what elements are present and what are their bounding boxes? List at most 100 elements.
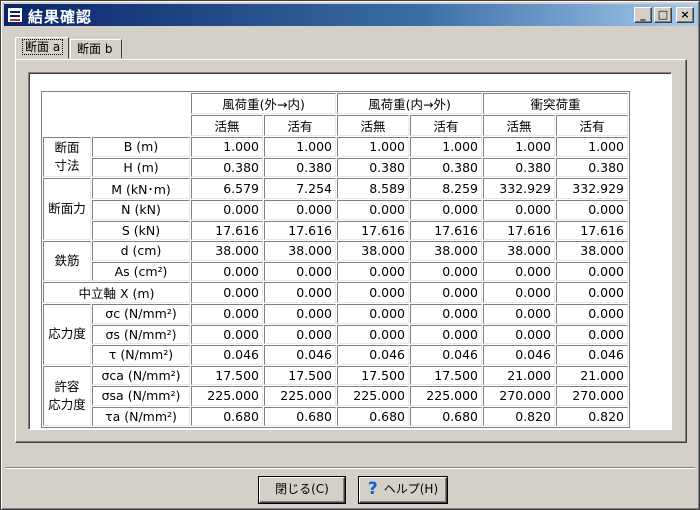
row-group-label: 断面力 — [43, 178, 91, 240]
value-cell: 0.680 — [264, 406, 336, 426]
footer-separator — [5, 467, 695, 469]
value-cell: 0.000 — [264, 261, 336, 281]
value-cell: 0.046 — [556, 345, 628, 365]
value-cell: 0.046 — [264, 345, 336, 365]
value-cell: 0.000 — [337, 282, 409, 303]
value-cell: 38.000 — [264, 241, 336, 261]
tab-section-b-label: 断面 b — [77, 42, 113, 56]
sub-header-row: 活無 活有 活無 活有 活無 活有 — [43, 115, 628, 136]
sub-header: 活無 — [191, 115, 263, 136]
title-bar[interactable]: 結果確認 _ □ × — [4, 4, 698, 26]
app-icon[interactable] — [7, 7, 23, 23]
minimize-button[interactable]: _ — [634, 7, 652, 23]
table-row: As (cm²) 0.000 0.000 0.000 0.000 0.000 0.000 — [43, 261, 628, 281]
table-row: σsa (N/mm²) 225.000 225.000 225.000 225.000 2… — [43, 386, 628, 406]
value-cell: 0.000 — [191, 261, 263, 281]
value-cell: 38.000 — [191, 241, 263, 261]
value-cell: 8.589 — [337, 178, 409, 199]
value-cell: 17.500 — [337, 365, 409, 385]
value-cell: 17.500 — [410, 365, 482, 385]
value-cell: 0.000 — [410, 324, 482, 344]
value-cell: 17.616 — [483, 220, 555, 240]
value-cell: 0.000 — [483, 282, 555, 303]
value-cell: 38.000 — [483, 241, 555, 261]
value-cell: 0.680 — [337, 406, 409, 426]
value-cell: 38.000 — [410, 241, 482, 261]
value-cell: 17.616 — [337, 220, 409, 240]
value-cell: 0.000 — [410, 261, 482, 281]
value-cell: 0.000 — [483, 324, 555, 344]
tab-section-a-label: 断面 a — [22, 39, 64, 55]
value-cell: 0.000 — [556, 200, 628, 220]
value-cell: 0.000 — [556, 324, 628, 344]
value-cell: 1.000 — [264, 137, 336, 157]
value-cell: 225.000 — [410, 386, 482, 406]
value-cell: 17.616 — [264, 220, 336, 240]
value-cell: 17.616 — [410, 220, 482, 240]
value-cell: 0.380 — [337, 157, 409, 177]
sub-header: 活有 — [556, 115, 628, 136]
value-cell: 0.046 — [191, 345, 263, 365]
row-label: H (m) — [92, 157, 190, 177]
row-label: As (cm²) — [92, 261, 190, 281]
table-row: H (m) 0.380 0.380 0.380 0.380 0.380 0.380 — [43, 157, 628, 177]
row-label: N (kN) — [92, 200, 190, 220]
help-button[interactable]: ? ヘルプ(H) — [359, 477, 447, 503]
row-label: S (kN) — [92, 220, 190, 240]
table-row: 断面 寸法 B (m) 1.000 1.000 1.000 1.000 1.000 1.000 — [43, 137, 628, 177]
close-button-label: 閉じる(C) — [275, 482, 329, 496]
tab-section-a[interactable]: 断面 a — [15, 37, 69, 59]
results-table: 風荷重(外→内) 風荷重(内→外) 衝突荷重 活無 活有 活無 活有 活無 活有… — [41, 91, 630, 428]
value-cell: 0.000 — [191, 282, 263, 303]
value-cell: 0.046 — [483, 345, 555, 365]
value-cell: 0.000 — [483, 200, 555, 220]
value-cell: 0.000 — [410, 304, 482, 324]
value-cell: 7.254 — [264, 178, 336, 199]
value-cell: 0.000 — [191, 324, 263, 344]
row-group-label: 断面 寸法 — [43, 137, 91, 177]
value-cell: 0.000 — [410, 282, 482, 303]
table-row: τa (N/mm²) 0.680 0.680 0.680 0.680 0.820 0.820 — [43, 406, 628, 426]
table-row: 中立軸 X (m) 0.000 0.000 0.000 0.000 0.000 0.000 — [43, 282, 628, 303]
sub-header: 活有 — [410, 115, 482, 136]
value-cell: 1.000 — [483, 137, 555, 157]
value-cell: 0.000 — [410, 200, 482, 220]
sub-header: 活有 — [264, 115, 336, 136]
value-cell: 0.000 — [264, 324, 336, 344]
value-cell: 1.000 — [410, 137, 482, 157]
value-cell: 21.000 — [483, 365, 555, 385]
value-cell: 17.500 — [191, 365, 263, 385]
value-cell: 0.000 — [337, 200, 409, 220]
row-label: d (cm) — [92, 241, 190, 261]
value-cell: 0.000 — [483, 261, 555, 281]
sub-header: 活無 — [337, 115, 409, 136]
row-label: σsa (N/mm²) — [92, 386, 190, 406]
value-cell: 0.380 — [191, 157, 263, 177]
value-cell: 6.579 — [191, 178, 263, 199]
table-row: 鉄筋 d (cm) 38.000 38.000 38.000 38.000 38.000 38… — [43, 241, 628, 281]
table-row: S (kN) 17.616 17.616 17.616 17.616 17.616 17.6… — [43, 220, 628, 240]
value-cell: 270.000 — [556, 386, 628, 406]
value-cell: 17.616 — [556, 220, 628, 240]
header-blank — [43, 115, 190, 136]
close-window-button[interactable]: × — [676, 7, 694, 23]
value-cell: 0.000 — [556, 261, 628, 281]
value-cell: 0.680 — [191, 406, 263, 426]
value-cell: 0.000 — [191, 200, 263, 220]
maximize-button[interactable]: □ — [654, 7, 672, 23]
row-group-label: 鉄筋 — [43, 241, 91, 281]
question-icon: ? — [367, 479, 378, 499]
value-cell: 1.000 — [337, 137, 409, 157]
table-row: N (kN) 0.000 0.000 0.000 0.000 0.000 0.000 — [43, 200, 628, 220]
value-cell: 0.380 — [483, 157, 555, 177]
group-header: 風荷重(外→内) — [191, 93, 336, 114]
value-cell: 0.380 — [410, 157, 482, 177]
help-button-label: ヘルプ(H) — [383, 482, 439, 496]
table-row: σs (N/mm²) 0.000 0.000 0.000 0.000 0.000 0.000 — [43, 324, 628, 344]
tab-section-b[interactable]: 断面 b — [70, 39, 122, 59]
value-cell: 0.000 — [264, 304, 336, 324]
group-header: 衝突荷重 — [483, 93, 628, 114]
close-button[interactable]: 閉じる(C) — [259, 477, 345, 503]
row-label: M (kN･m) — [92, 178, 190, 199]
value-cell: 332.929 — [483, 178, 555, 199]
